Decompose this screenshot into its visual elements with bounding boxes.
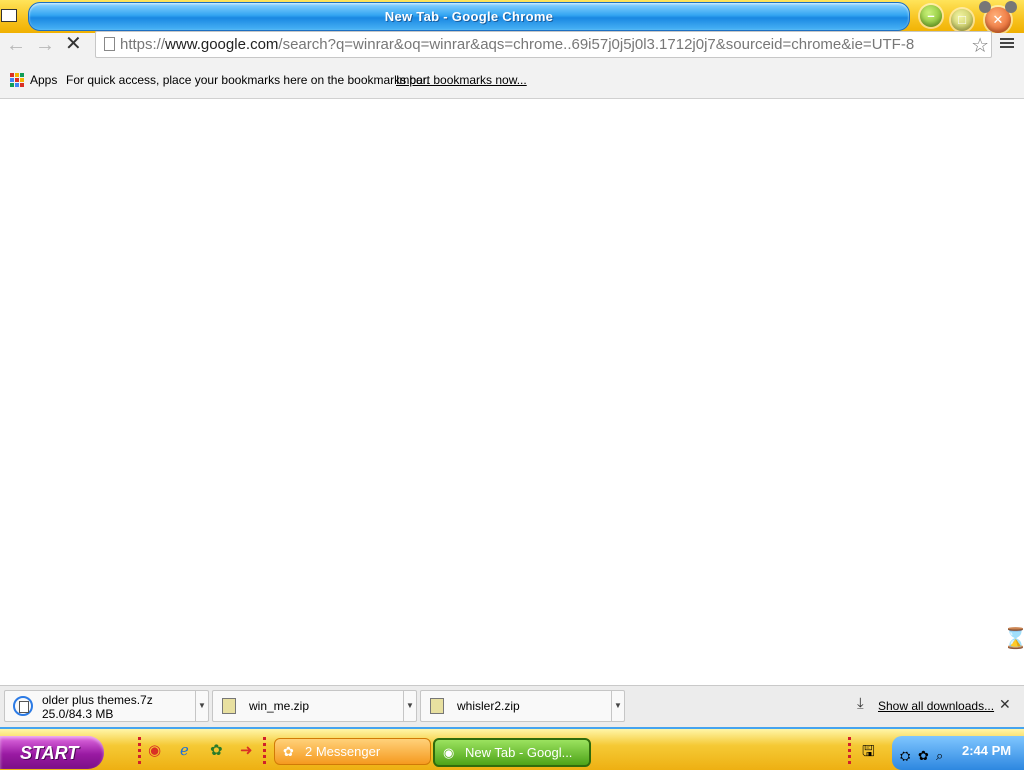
minimize-button[interactable]: – [920, 5, 942, 27]
title-bar[interactable]: New Tab - Google Chrome – □ ✕ [0, 0, 1024, 33]
window-title: New Tab - Google Chrome [384, 9, 554, 24]
download-item[interactable]: older plus themes.7z 25.0/84.3 MB ▼ [4, 690, 209, 722]
hourglass-cursor-icon: ⌛ [1003, 628, 1024, 650]
download-item[interactable]: win_me.zip ▼ [212, 690, 417, 722]
chrome-menu-icon[interactable] [1000, 36, 1014, 50]
close-button[interactable]: ✕ [979, 1, 1017, 33]
taskbar-button-chrome[interactable]: ◉ New Tab - Googl... [433, 738, 591, 767]
download-filename: whisler2.zip [457, 699, 520, 713]
chrome-icon: ◉ [443, 745, 455, 760]
messenger-icon: ✿ [283, 744, 294, 759]
close-downloads-bar-icon[interactable]: ✕ [999, 696, 1011, 713]
stop-loading-button[interactable]: ✕ [65, 34, 82, 54]
forward-button[interactable]: → [35, 35, 55, 55]
downloads-bar: older plus themes.7z 25.0/84.3 MB ▼ win_… [0, 685, 1024, 728]
dropdown-arrow-icon[interactable]: ▼ [195, 691, 208, 721]
show-all-downloads-link[interactable]: Show all downloads... [878, 699, 994, 713]
minimize-icon: – [927, 8, 935, 23]
apps-grid-icon[interactable] [10, 73, 24, 87]
bookmark-star-icon[interactable]: ☆ [971, 33, 989, 58]
download-status: 25.0/84.3 MB [42, 707, 114, 721]
apps-shortcut[interactable]: Apps [30, 73, 57, 87]
close-icon: ✕ [992, 12, 1004, 27]
url-scheme: https:// [120, 36, 166, 53]
download-filename: older plus themes.7z [42, 693, 153, 707]
maximize-icon: □ [958, 12, 966, 27]
maximize-button[interactable]: □ [951, 9, 973, 31]
page-content[interactable] [0, 99, 1024, 685]
taskbar-button-messenger[interactable]: ✿ 2 Messenger [274, 738, 431, 765]
download-item[interactable]: whisler2.zip ▼ [420, 690, 625, 722]
zip-file-icon [222, 698, 236, 714]
back-button[interactable]: ← [6, 35, 26, 55]
start-label: START [20, 743, 79, 763]
bookmarks-bar: Apps For quick access, place your bookma… [0, 63, 1024, 99]
download-icon: ⤓ [857, 695, 864, 712]
tasks-separator [263, 737, 266, 765]
tray-separator [848, 737, 851, 765]
import-bookmarks-link[interactable]: Import bookmarks now... [396, 73, 527, 87]
download-progress-icon [13, 696, 33, 716]
url-domain: www.google.com [165, 36, 279, 53]
window-icon[interactable] [1, 9, 17, 22]
clock[interactable]: 2:44 PM [962, 743, 1011, 758]
page-icon [104, 37, 115, 51]
download-filename: win_me.zip [249, 699, 310, 713]
keyboard-icon[interactable]: 🖫 [862, 741, 875, 766]
url-text[interactable]: https://www.google.com/search?q=winrar&o… [120, 36, 960, 53]
task-label: New Tab - Googl... [465, 745, 573, 760]
zip-file-icon [430, 698, 444, 714]
messenger-tray-icon[interactable]: ✿ [918, 748, 929, 764]
address-bar[interactable]: https://www.google.com/search?q=winrar&o… [95, 31, 992, 58]
start-button[interactable]: START [0, 736, 104, 769]
dropdown-arrow-icon[interactable]: ▼ [403, 691, 416, 721]
internet-explorer-icon[interactable]: ℯ [180, 741, 189, 759]
messenger-icon[interactable]: ✿ [210, 741, 223, 759]
chrome-icon[interactable]: ◉ [148, 741, 161, 759]
taskbar: START ◉ ℯ ✿ ➜ ✿ 2 Messenger ◉ New Tab - … [0, 727, 1024, 770]
dropdown-arrow-icon[interactable]: ▼ [611, 691, 624, 721]
network-icon[interactable]: ⛭ [900, 748, 910, 764]
task-label: 2 Messenger [305, 744, 381, 759]
quicklaunch-separator [138, 737, 141, 765]
title-pill: New Tab - Google Chrome [28, 2, 910, 31]
search-icon[interactable]: ⌕ [936, 748, 943, 764]
arrow-icon[interactable]: ➜ [240, 741, 253, 759]
url-path: /search?q=winrar&oq=winrar&aqs=chrome..6… [278, 36, 915, 53]
bookmarks-hint: For quick access, place your bookmarks h… [66, 73, 430, 87]
